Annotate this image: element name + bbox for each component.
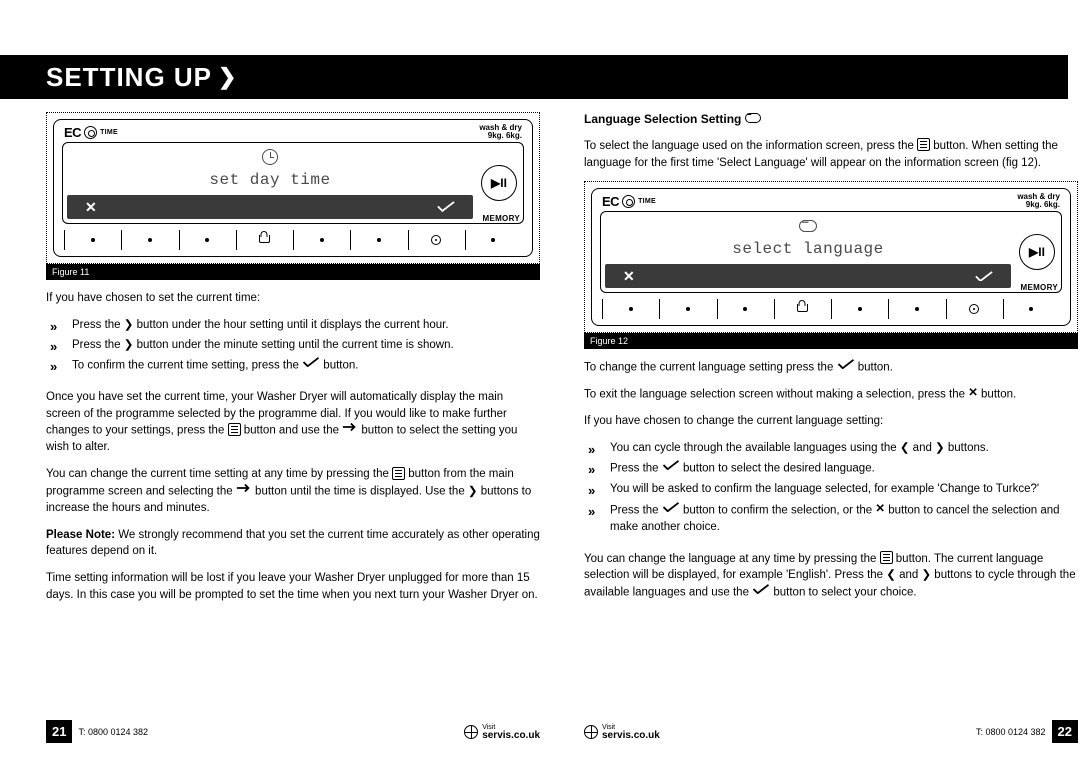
language-heading: Language Selection Setting xyxy=(584,112,1078,126)
figure-12-caption: Figure 12 xyxy=(584,333,1078,349)
drum-icon xyxy=(84,126,97,139)
right-p2: To change the current language setting p… xyxy=(584,359,1078,376)
x-icon: ✕ xyxy=(875,501,885,518)
footer-right: Visitservis.co.uk T: 0800 0124 382 22 xyxy=(584,720,1078,743)
lock-icon xyxy=(797,304,808,315)
menu-icon xyxy=(917,138,930,151)
lock-icon xyxy=(259,235,270,246)
left-bullet-2: Press the ❯ button under the minute sett… xyxy=(46,337,540,354)
globe-icon xyxy=(584,725,598,739)
left-p1: If you have chosen to set the current ti… xyxy=(46,290,540,307)
telephone: T: 0800 0124 382 xyxy=(78,727,148,737)
target-icon xyxy=(431,235,441,245)
screen-text: select language xyxy=(605,240,1011,258)
right-bullet-4: Press the button to confirm the selectio… xyxy=(584,502,1078,537)
eco-label: ECTIME xyxy=(64,125,118,140)
menu-icon xyxy=(880,551,893,564)
opt-lock[interactable] xyxy=(236,230,293,250)
opt-memory[interactable] xyxy=(1003,299,1060,319)
arrow-right-icon xyxy=(236,482,252,499)
right-page: Language Selection Setting To select the… xyxy=(584,112,1078,611)
right-bullet-3: You will be asked to confirm the languag… xyxy=(584,481,1078,498)
figure-11-caption: Figure 11 xyxy=(46,264,540,280)
option-row: MEMORY xyxy=(600,293,1062,319)
opt-2[interactable] xyxy=(659,299,716,319)
clock-icon xyxy=(262,149,278,165)
memory-label: MEMORY xyxy=(482,214,520,223)
option-row: MEMORY xyxy=(62,224,524,250)
left-page: ECTIME wash & dry9kg. 6kg. set day time … xyxy=(46,112,540,613)
opt-lock[interactable] xyxy=(774,299,831,319)
figure-11: ECTIME wash & dry9kg. 6kg. set day time … xyxy=(46,112,540,264)
page-title: SETTING UP xyxy=(0,55,212,99)
telephone: T: 0800 0124 382 xyxy=(976,727,1046,737)
confirm-bar: ✕ xyxy=(67,195,473,219)
opt-1[interactable] xyxy=(602,299,659,319)
left-bullet-1: Press the ❯ button under the hour settin… xyxy=(46,317,540,334)
page-number-left: 21 xyxy=(46,720,72,743)
website-link[interactable]: Visitservis.co.uk xyxy=(584,722,660,741)
opt-4[interactable] xyxy=(831,299,888,319)
globe-icon xyxy=(464,725,478,739)
figure-12: ECTIME wash & dry9kg. 6kg. select langua… xyxy=(584,181,1078,333)
confirm-bar: ✕ xyxy=(605,264,1011,288)
play-pause-button[interactable]: ▶II xyxy=(1019,234,1055,270)
opt-4[interactable] xyxy=(293,230,350,250)
eco-label: ECTIME xyxy=(602,194,656,209)
right-bullet-1: You can cycle through the available lang… xyxy=(584,440,1078,457)
chevron-right-icon: ❯ xyxy=(218,64,236,89)
left-p3: You can change the current time setting … xyxy=(46,466,540,516)
wash-dry-label: wash & dry9kg. 6kg. xyxy=(479,124,522,140)
drum-icon xyxy=(622,195,635,208)
right-bullet-2: Press the button to select the desired l… xyxy=(584,460,1078,478)
page-number-right: 22 xyxy=(1052,720,1078,743)
x-icon: ✕ xyxy=(968,385,978,402)
left-note: Please Note: We strongly recommend that … xyxy=(46,527,540,560)
cancel-icon[interactable]: ✕ xyxy=(85,199,97,216)
opt-3[interactable] xyxy=(717,299,774,319)
opt-target[interactable] xyxy=(946,299,1003,319)
right-p1: To select the language used on the infor… xyxy=(584,138,1078,171)
confirm-icon[interactable] xyxy=(975,270,993,282)
opt-2[interactable] xyxy=(121,230,178,250)
check-icon xyxy=(302,356,320,373)
check-icon xyxy=(662,459,680,476)
right-p5: You can change the language at any time … xyxy=(584,551,1078,601)
opt-5[interactable] xyxy=(350,230,407,250)
right-p3: To exit the language selection screen wi… xyxy=(584,386,1078,403)
screen-text: set day time xyxy=(67,171,473,189)
target-icon xyxy=(969,304,979,314)
menu-icon xyxy=(392,467,405,480)
opt-target[interactable] xyxy=(408,230,465,250)
left-p4: Time setting information will be lost if… xyxy=(46,570,540,603)
menu-icon xyxy=(228,423,241,436)
opt-3[interactable] xyxy=(179,230,236,250)
footer-left: 21 T: 0800 0124 382 Visitservis.co.uk xyxy=(46,720,540,743)
arrow-right-icon xyxy=(342,421,358,438)
opt-5[interactable] xyxy=(888,299,945,319)
left-bullet-3: To confirm the current time setting, pre… xyxy=(46,357,540,375)
play-pause-button[interactable]: ▶II xyxy=(481,165,517,201)
speech-icon xyxy=(799,220,817,232)
check-icon xyxy=(752,583,770,600)
opt-memory[interactable] xyxy=(465,230,522,250)
check-icon xyxy=(837,358,855,375)
right-p4: If you have chosen to change the current… xyxy=(584,413,1078,430)
wash-dry-label: wash & dry9kg. 6kg. xyxy=(1017,193,1060,209)
confirm-icon[interactable] xyxy=(437,201,455,213)
check-icon xyxy=(662,501,680,518)
left-p2: Once you have set the current time, your… xyxy=(46,389,540,456)
speech-icon xyxy=(745,113,761,123)
website-link[interactable]: Visitservis.co.uk xyxy=(464,722,540,741)
memory-label: MEMORY xyxy=(1020,283,1058,292)
cancel-icon[interactable]: ✕ xyxy=(623,268,635,285)
header-band: SETTING UP❯ xyxy=(0,55,1068,99)
opt-1[interactable] xyxy=(64,230,121,250)
